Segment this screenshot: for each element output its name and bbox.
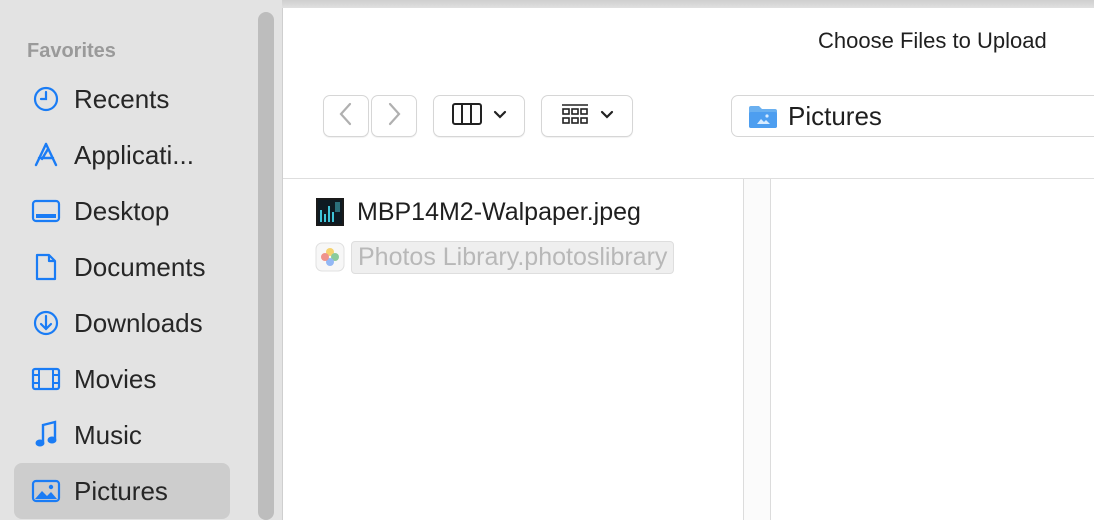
- download-icon: [30, 307, 62, 339]
- file-row: Photos Library.photoslibrary: [315, 239, 675, 275]
- forward-button[interactable]: [371, 95, 417, 137]
- sidebar-item-label: Recents: [74, 83, 170, 114]
- folder-icon: [748, 103, 778, 129]
- music-note-icon: [30, 419, 62, 451]
- view-mode-button[interactable]: [433, 95, 525, 137]
- sidebar-item-label: Applicati...: [74, 139, 194, 170]
- chevron-down-icon: [600, 107, 614, 125]
- sidebar-item-downloads[interactable]: Downloads: [14, 295, 230, 351]
- applications-icon: [30, 139, 62, 171]
- chevron-right-icon: [386, 101, 402, 132]
- sidebar-item-label: Downloads: [74, 307, 203, 338]
- film-icon: [30, 363, 62, 395]
- sidebar-item-label: Pictures: [74, 475, 168, 506]
- sidebar-item-movies[interactable]: Movies: [14, 351, 230, 407]
- dialog-title: Choose Files to Upload: [818, 28, 1047, 53]
- column-view-icon: [451, 102, 483, 131]
- document-icon: [30, 251, 62, 283]
- clock-icon: [30, 83, 62, 115]
- sidebar-item-music[interactable]: Music: [14, 407, 230, 463]
- grid-group-icon: [560, 101, 590, 132]
- back-button[interactable]: [323, 95, 369, 137]
- sidebar-item-label: Documents: [74, 251, 206, 282]
- sidebar-item-documents[interactable]: Documents: [14, 239, 230, 295]
- column-resize-divider[interactable]: [743, 179, 771, 520]
- sidebar-item-pictures[interactable]: Pictures: [14, 463, 230, 519]
- sidebar-item-desktop[interactable]: Desktop: [14, 183, 230, 239]
- file-browser: Choose Files to Upload Pictures MBP14M2-…: [282, 8, 1094, 520]
- sidebar-item-recents[interactable]: Recents: [14, 71, 230, 127]
- file-name: MBP14M2-Walpaper.jpeg: [357, 197, 641, 226]
- sidebar-item-applications[interactable]: Applicati...: [14, 127, 230, 183]
- desktop-icon: [30, 195, 62, 227]
- favorites-header: Favorites: [27, 40, 116, 62]
- sidebar: Favorites Recents Applicati... Desktop D…: [0, 0, 282, 520]
- sidebar-item-label: Music: [74, 419, 142, 450]
- folder-location-popup[interactable]: Pictures: [731, 95, 1094, 137]
- chevron-down-icon: [493, 107, 507, 125]
- photos-library-icon: [315, 242, 345, 272]
- group-button[interactable]: [541, 95, 633, 137]
- sidebar-item-label: Movies: [74, 363, 157, 394]
- sidebar-scrollbar[interactable]: [258, 12, 274, 520]
- file-row[interactable]: MBP14M2-Walpaper.jpeg: [315, 194, 641, 230]
- chevron-left-icon: [338, 101, 354, 132]
- file-name: Photos Library.photoslibrary: [351, 240, 675, 274]
- sidebar-item-label: Desktop: [74, 195, 170, 226]
- pictures-icon: [30, 475, 62, 507]
- image-thumbnail-icon: [315, 197, 345, 227]
- toolbar-divider: [283, 178, 1094, 179]
- current-folder-label: Pictures: [788, 100, 882, 131]
